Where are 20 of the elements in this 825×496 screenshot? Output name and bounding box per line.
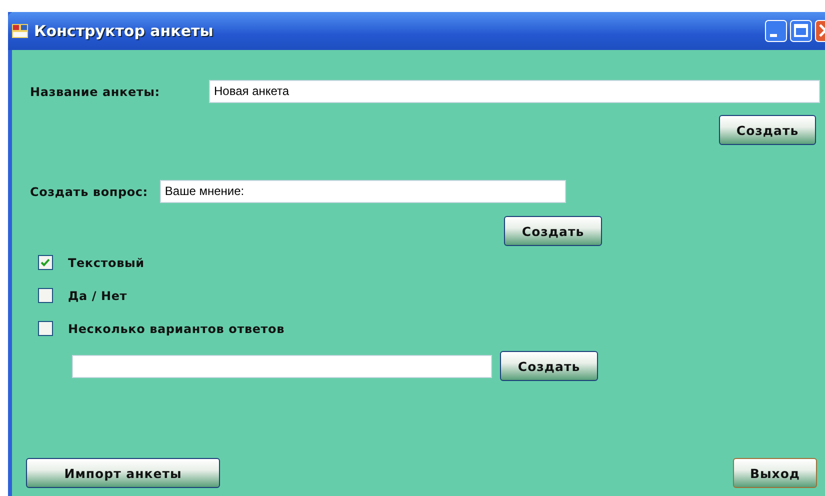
minimize-icon[interactable]: [765, 20, 787, 42]
survey-name-field[interactable]: Новая анкета: [209, 80, 820, 103]
answer-type-label: Несколько вариантов ответов: [68, 322, 285, 336]
import-survey-button[interactable]: Импорт анкеты: [26, 458, 220, 488]
checkbox[interactable]: [38, 255, 53, 270]
maximize-icon[interactable]: [790, 20, 812, 42]
create-option-button[interactable]: Создать: [500, 351, 598, 381]
exit-button[interactable]: Выход: [733, 458, 817, 488]
answer-type-label: Да / Нет: [68, 288, 128, 302]
question-label: Создать вопрос:: [30, 184, 148, 198]
create-survey-button[interactable]: Создать: [719, 115, 816, 145]
answer-type-label: Текстовый: [68, 256, 144, 270]
survey-name-label: Название анкеты:: [30, 84, 160, 98]
answer-option-field[interactable]: [72, 354, 492, 378]
window-title: Конструктор анкеты: [34, 22, 214, 40]
checkbox[interactable]: [38, 288, 53, 303]
question-field[interactable]: Ваше мнение:: [160, 180, 566, 203]
checkbox[interactable]: [38, 321, 53, 336]
create-question-button[interactable]: Создать: [504, 216, 602, 246]
app-icon: [12, 24, 28, 38]
